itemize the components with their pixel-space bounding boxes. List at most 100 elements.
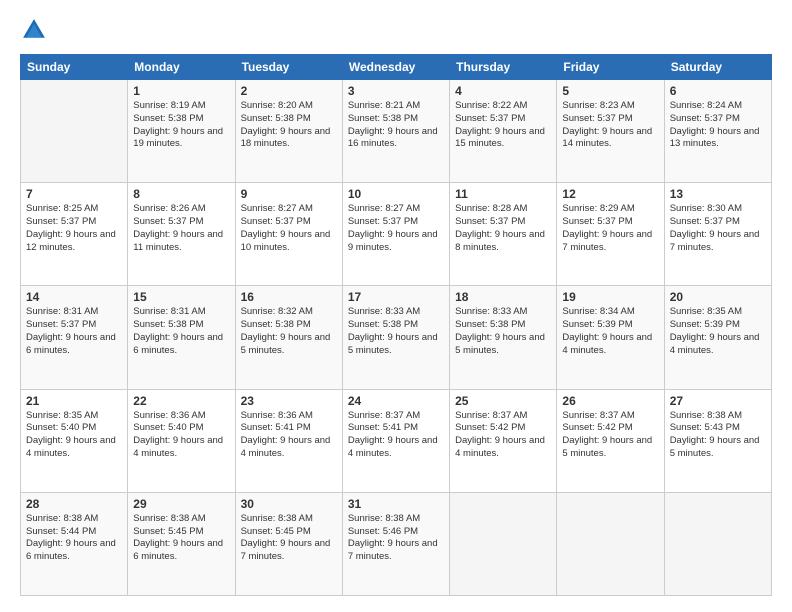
day-info: Sunrise: 8:27 AMSunset: 5:37 PMDaylight:… [241,203,337,254]
day-cell: 10 Sunrise: 8:27 AMSunset: 5:37 PMDayligh… [342,183,449,286]
weekday-header-friday: Friday [557,55,664,80]
week-row-4: 28 Sunrise: 8:38 AMSunset: 5:44 PMDayligh… [21,492,772,595]
day-number: 30 [241,497,337,511]
week-row-3: 21 Sunrise: 8:35 AMSunset: 5:40 PMDayligh… [21,389,772,492]
day-info: Sunrise: 8:31 AMSunset: 5:38 PMDaylight:… [133,306,229,357]
day-cell [557,492,664,595]
day-cell: 22 Sunrise: 8:36 AMSunset: 5:40 PMDayligh… [128,389,235,492]
day-info: Sunrise: 8:36 AMSunset: 5:41 PMDaylight:… [241,410,337,461]
day-cell: 5Sunrise: 8:23 AMSunset: 5:37 PMDaylight… [557,80,664,183]
day-number: 12 [562,187,658,201]
weekday-header-tuesday: Tuesday [235,55,342,80]
day-cell [21,80,128,183]
day-cell: 14Sunrise: 8:31 AMSunset: 5:37 PMDayligh… [21,286,128,389]
calendar-table: SundayMondayTuesdayWednesdayThursdayFrid… [20,54,772,596]
day-info: Sunrise: 8:34 AMSunset: 5:39 PMDaylight:… [562,306,658,357]
day-number: 18 [455,290,551,304]
header [20,16,772,44]
day-cell: 30 Sunrise: 8:38 AMSunset: 5:45 PMDayligh… [235,492,342,595]
logo [20,16,52,44]
day-info: Sunrise: 8:38 AMSunset: 5:45 PMDaylight:… [241,513,337,564]
day-number: 6 [670,84,766,98]
day-number: 17 [348,290,444,304]
day-number: 22 [133,394,229,408]
week-row-2: 14Sunrise: 8:31 AMSunset: 5:37 PMDayligh… [21,286,772,389]
weekday-row: SundayMondayTuesdayWednesdayThursdayFrid… [21,55,772,80]
weekday-header-thursday: Thursday [450,55,557,80]
day-number: 10 [348,187,444,201]
day-number: 11 [455,187,551,201]
day-info: Sunrise: 8:31 AMSunset: 5:37 PMDaylight:… [26,306,122,357]
logo-icon [20,16,48,44]
day-cell: 2Sunrise: 8:20 AMSunset: 5:38 PMDaylight… [235,80,342,183]
day-cell: 27 Sunrise: 8:38 AMSunset: 5:43 PMDayligh… [664,389,771,492]
day-number: 25 [455,394,551,408]
day-info: Sunrise: 8:33 AMSunset: 5:38 PMDaylight:… [348,306,444,357]
day-info: Sunrise: 8:24 AMSunset: 5:37 PMDaylight:… [670,100,766,151]
day-number: 13 [670,187,766,201]
day-number: 19 [562,290,658,304]
calendar-body: 1 Sunrise: 8:19 AMSunset: 5:38 PMDaylight… [21,80,772,596]
day-info: Sunrise: 8:22 AMSunset: 5:37 PMDaylight:… [455,100,551,151]
day-number: 3 [348,84,444,98]
day-info: Sunrise: 8:19 AMSunset: 5:38 PMDaylight:… [133,100,229,151]
day-info: Sunrise: 8:25 AMSunset: 5:37 PMDaylight:… [26,203,122,254]
day-number: 4 [455,84,551,98]
day-info: Sunrise: 8:37 AMSunset: 5:42 PMDaylight:… [455,410,551,461]
day-info: Sunrise: 8:37 AMSunset: 5:41 PMDaylight:… [348,410,444,461]
day-cell: 25 Sunrise: 8:37 AMSunset: 5:42 PMDayligh… [450,389,557,492]
day-number: 27 [670,394,766,408]
day-cell: 24Sunrise: 8:37 AMSunset: 5:41 PMDayligh… [342,389,449,492]
day-number: 1 [133,84,229,98]
day-number: 28 [26,497,122,511]
day-info: Sunrise: 8:28 AMSunset: 5:37 PMDaylight:… [455,203,551,254]
day-cell: 8 Sunrise: 8:26 AMSunset: 5:37 PMDaylight… [128,183,235,286]
day-info: Sunrise: 8:38 AMSunset: 5:44 PMDaylight:… [26,513,122,564]
day-number: 16 [241,290,337,304]
week-row-0: 1 Sunrise: 8:19 AMSunset: 5:38 PMDaylight… [21,80,772,183]
day-info: Sunrise: 8:26 AMSunset: 5:37 PMDaylight:… [133,203,229,254]
day-cell: 13 Sunrise: 8:30 AMSunset: 5:37 PMDayligh… [664,183,771,286]
day-info: Sunrise: 8:38 AMSunset: 5:45 PMDaylight:… [133,513,229,564]
day-info: Sunrise: 8:36 AMSunset: 5:40 PMDaylight:… [133,410,229,461]
day-cell: 28 Sunrise: 8:38 AMSunset: 5:44 PMDayligh… [21,492,128,595]
day-cell [450,492,557,595]
day-cell: 23 Sunrise: 8:36 AMSunset: 5:41 PMDayligh… [235,389,342,492]
day-cell: 11 Sunrise: 8:28 AMSunset: 5:37 PMDayligh… [450,183,557,286]
day-info: Sunrise: 8:35 AMSunset: 5:40 PMDaylight:… [26,410,122,461]
day-number: 23 [241,394,337,408]
day-cell: 1 Sunrise: 8:19 AMSunset: 5:38 PMDaylight… [128,80,235,183]
day-number: 9 [241,187,337,201]
day-info: Sunrise: 8:20 AMSunset: 5:38 PMDaylight:… [241,100,337,151]
day-cell: 18Sunrise: 8:33 AMSunset: 5:38 PMDayligh… [450,286,557,389]
day-cell: 26Sunrise: 8:37 AMSunset: 5:42 PMDayligh… [557,389,664,492]
weekday-header-sunday: Sunday [21,55,128,80]
day-cell: 7Sunrise: 8:25 AMSunset: 5:37 PMDaylight… [21,183,128,286]
day-cell: 12Sunrise: 8:29 AMSunset: 5:37 PMDayligh… [557,183,664,286]
week-row-1: 7Sunrise: 8:25 AMSunset: 5:37 PMDaylight… [21,183,772,286]
day-number: 15 [133,290,229,304]
weekday-header-saturday: Saturday [664,55,771,80]
day-cell: 20Sunrise: 8:35 AMSunset: 5:39 PMDayligh… [664,286,771,389]
day-number: 8 [133,187,229,201]
day-number: 26 [562,394,658,408]
day-cell: 17 Sunrise: 8:33 AMSunset: 5:38 PMDayligh… [342,286,449,389]
day-cell: 31Sunrise: 8:38 AMSunset: 5:46 PMDayligh… [342,492,449,595]
day-info: Sunrise: 8:30 AMSunset: 5:37 PMDaylight:… [670,203,766,254]
day-cell: 4 Sunrise: 8:22 AMSunset: 5:37 PMDaylight… [450,80,557,183]
day-info: Sunrise: 8:23 AMSunset: 5:37 PMDaylight:… [562,100,658,151]
weekday-header-monday: Monday [128,55,235,80]
day-cell: 19 Sunrise: 8:34 AMSunset: 5:39 PMDayligh… [557,286,664,389]
day-info: Sunrise: 8:27 AMSunset: 5:37 PMDaylight:… [348,203,444,254]
day-cell: 3 Sunrise: 8:21 AMSunset: 5:38 PMDaylight… [342,80,449,183]
day-cell: 16 Sunrise: 8:32 AMSunset: 5:38 PMDayligh… [235,286,342,389]
day-number: 29 [133,497,229,511]
day-number: 31 [348,497,444,511]
day-info: Sunrise: 8:35 AMSunset: 5:39 PMDaylight:… [670,306,766,357]
day-info: Sunrise: 8:21 AMSunset: 5:38 PMDaylight:… [348,100,444,151]
day-cell: 9 Sunrise: 8:27 AMSunset: 5:37 PMDaylight… [235,183,342,286]
day-cell: 6 Sunrise: 8:24 AMSunset: 5:37 PMDaylight… [664,80,771,183]
day-info: Sunrise: 8:38 AMSunset: 5:43 PMDaylight:… [670,410,766,461]
day-number: 21 [26,394,122,408]
day-info: Sunrise: 8:32 AMSunset: 5:38 PMDaylight:… [241,306,337,357]
